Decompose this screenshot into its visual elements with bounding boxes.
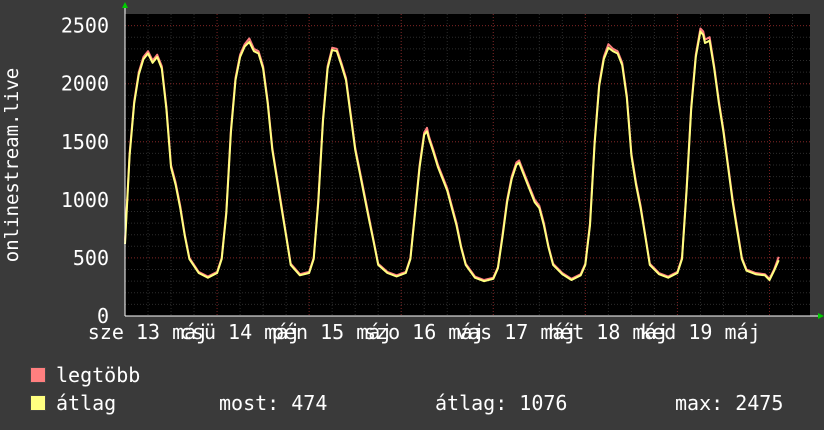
y-axis-arrow-icon bbox=[122, 2, 128, 8]
legend-item-avg: átlag bbox=[30, 391, 116, 415]
stat-average: átlag: 1076 bbox=[435, 391, 568, 415]
y-axis-title: onlinestream.live bbox=[1, 67, 23, 263]
x-axis-arrow-icon bbox=[818, 313, 824, 319]
y-tick-label: 500 bbox=[73, 246, 109, 270]
legend-label-avg: átlag bbox=[56, 391, 117, 415]
legend-swatch-max bbox=[30, 366, 46, 383]
x-tick-label: ked 19 máj bbox=[640, 320, 760, 344]
y-tick-label: 1500 bbox=[61, 130, 109, 154]
y-tick-label: 1000 bbox=[61, 188, 109, 212]
stat-max: max: 2475 bbox=[675, 391, 784, 415]
y-tick-label: 2000 bbox=[61, 72, 109, 96]
legend-item-max: legtöbb bbox=[30, 363, 140, 387]
legend-swatch-avg bbox=[30, 394, 46, 411]
legend-label-max: legtöbb bbox=[56, 363, 141, 387]
y-tick-label: 2500 bbox=[61, 14, 109, 38]
stat-current: most: 474 bbox=[219, 391, 328, 415]
